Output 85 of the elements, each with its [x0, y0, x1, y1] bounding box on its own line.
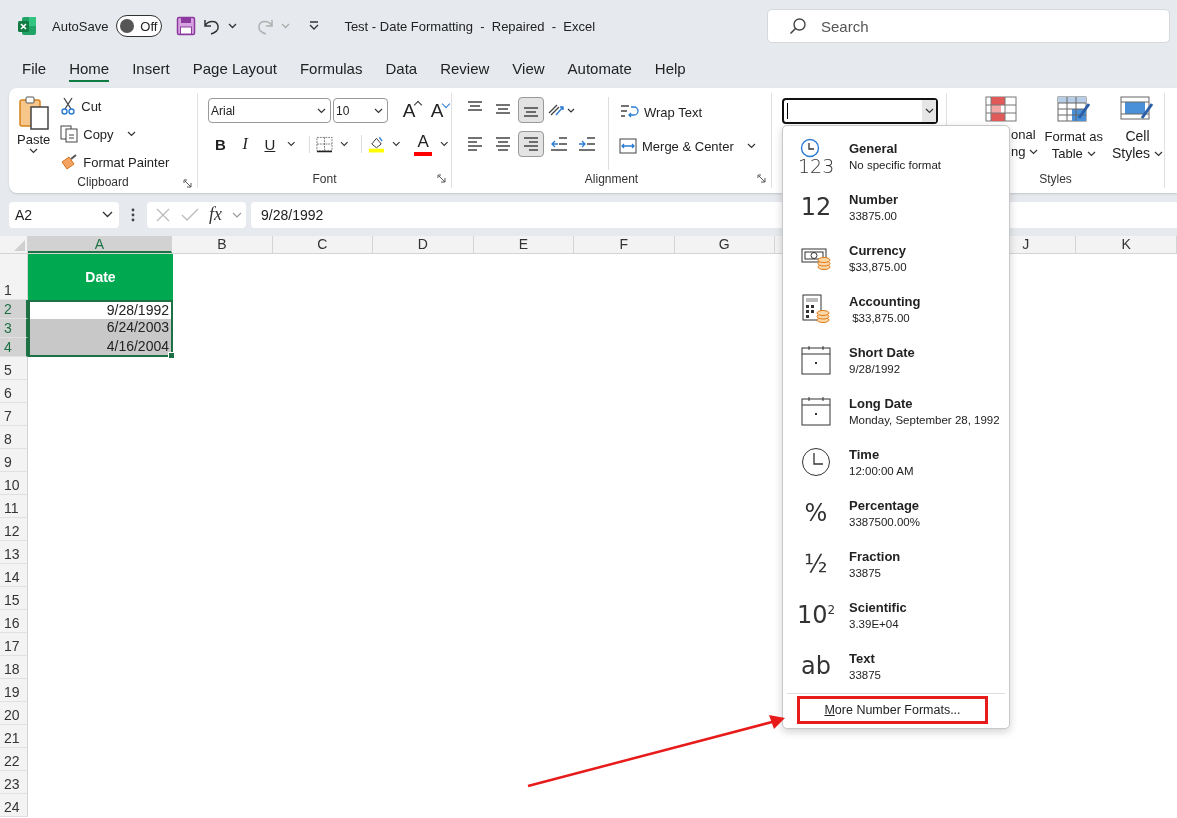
insert-function-button[interactable]: fx: [209, 204, 222, 225]
row-header[interactable]: 15: [0, 587, 28, 610]
cut-button[interactable]: Cut: [60, 93, 170, 119]
window-title: Test - Date Formatting - Repaired - Excel: [344, 18, 596, 34]
more-number-formats-button[interactable]: More Number Formats...: [797, 696, 988, 724]
menu-tab[interactable]: Insert: [121, 52, 181, 82]
group-label: Font: [312, 172, 337, 186]
row-header[interactable]: 4: [0, 338, 28, 357]
grow-font-button[interactable]: A: [396, 98, 422, 123]
row-header[interactable]: 21: [0, 725, 28, 748]
row-header[interactable]: 11: [0, 495, 28, 518]
menu-item[interactable]: ½ Fraction 33875: [783, 538, 1009, 589]
menu-tab[interactable]: Data: [374, 52, 429, 82]
autosave-toggle[interactable]: Off: [116, 15, 163, 37]
font-color-button[interactable]: A: [413, 132, 433, 156]
row-header[interactable]: 9: [0, 449, 28, 472]
format-glyph-icon: ab: [801, 651, 831, 680]
row-header[interactable]: 17: [0, 633, 28, 656]
row-header[interactable]: 5: [0, 357, 28, 380]
table-cell: 4/16/2004: [28, 338, 173, 357]
menu-item[interactable]: 123 General No specific format: [783, 130, 1009, 181]
row-header[interactable]: 20: [0, 702, 28, 725]
row-header[interactable]: 14: [0, 564, 28, 587]
name-box[interactable]: A2: [9, 201, 119, 228]
column-header[interactable]: D: [373, 236, 474, 253]
font-size-field[interactable]: 10: [333, 98, 388, 123]
column-header[interactable]: B: [172, 236, 273, 253]
row-header[interactable]: 13: [0, 541, 28, 564]
menu-item[interactable]: Long Date Monday, September 28, 1992: [783, 385, 1009, 436]
copy-button[interactable]: Copy: [60, 121, 170, 147]
wrap-text-button[interactable]: Wrap Text: [619, 99, 756, 125]
bold-button[interactable]: B: [210, 132, 231, 156]
menu-tab[interactable]: File: [11, 52, 58, 82]
column-header[interactable]: C: [272, 236, 374, 253]
column-header[interactable]: A: [27, 236, 173, 253]
menu-item[interactable]: Accounting $33,875.00: [783, 283, 1009, 334]
italic-button[interactable]: I: [234, 132, 256, 156]
table-cell: 6/24/2003: [28, 319, 173, 338]
row-header[interactable]: 23: [0, 771, 28, 794]
row-header[interactable]: 2: [0, 300, 28, 319]
menu-item[interactable]: 10$^{2}$ Scientific 3.39E+04: [783, 589, 1009, 640]
format-as-table-button[interactable]: Format as Table: [1044, 96, 1103, 170]
column-header[interactable]: K: [1076, 236, 1177, 253]
paste-button[interactable]: Paste: [17, 93, 51, 159]
menu-tab[interactable]: Review: [429, 52, 501, 82]
menu-tab[interactable]: Formulas: [288, 52, 374, 82]
row-header[interactable]: 8: [0, 426, 28, 449]
menu-tab[interactable]: Automate: [556, 52, 643, 82]
row-header[interactable]: 22: [0, 748, 28, 771]
menu-item[interactable]: ab Text 33875: [783, 640, 1009, 691]
font-family-field[interactable]: Arial: [208, 98, 331, 123]
cell-styles-button[interactable]: Cell Styles: [1111, 96, 1164, 170]
menu-tab[interactable]: Page Layout: [181, 52, 288, 82]
row-header[interactable]: 16: [0, 610, 28, 633]
menu-tab[interactable]: Help: [643, 52, 697, 82]
column-header[interactable]: E: [473, 236, 575, 253]
table-cell: Date: [28, 254, 173, 300]
row-header[interactable]: 1: [0, 254, 28, 300]
menu-tab[interactable]: View: [501, 52, 556, 82]
format-glyph-icon: ½: [804, 549, 828, 578]
format-glyph-icon: %: [804, 498, 828, 527]
format-painter-button[interactable]: Format Painter: [60, 149, 170, 175]
row-header[interactable]: 6: [0, 380, 28, 403]
group-label: Alignment: [584, 172, 639, 186]
row-header[interactable]: 7: [0, 403, 28, 426]
menu-tab[interactable]: Home: [58, 52, 121, 82]
menu-item[interactable]: % Percentage 3387500.00%: [783, 487, 1009, 538]
column-header[interactable]: G: [674, 236, 776, 253]
search-field[interactable]: Search: [767, 9, 1170, 43]
row-header[interactable]: 19: [0, 679, 28, 702]
group-label: Styles: [1039, 172, 1072, 186]
row-header[interactable]: 12: [0, 518, 28, 541]
format-glyph-icon: 10$^{2}$: [796, 600, 836, 629]
group-label: Clipboard: [77, 175, 129, 189]
menu-item[interactable]: Time 12:00:00 AM: [783, 436, 1009, 487]
row-header[interactable]: 10: [0, 472, 28, 495]
column-header[interactable]: F: [574, 236, 675, 253]
merge-center-button[interactable]: Merge & Center: [619, 133, 756, 159]
shrink-font-button[interactable]: A: [424, 98, 450, 123]
row-header[interactable]: 3: [0, 319, 28, 338]
row-header[interactable]: 18: [0, 656, 28, 679]
autosave-label: AutoSave: [52, 18, 109, 34]
row-header[interactable]: 24: [0, 794, 28, 817]
menu-item[interactable]: Short Date 9/28/1992: [783, 334, 1009, 385]
underline-button[interactable]: U: [259, 132, 281, 156]
